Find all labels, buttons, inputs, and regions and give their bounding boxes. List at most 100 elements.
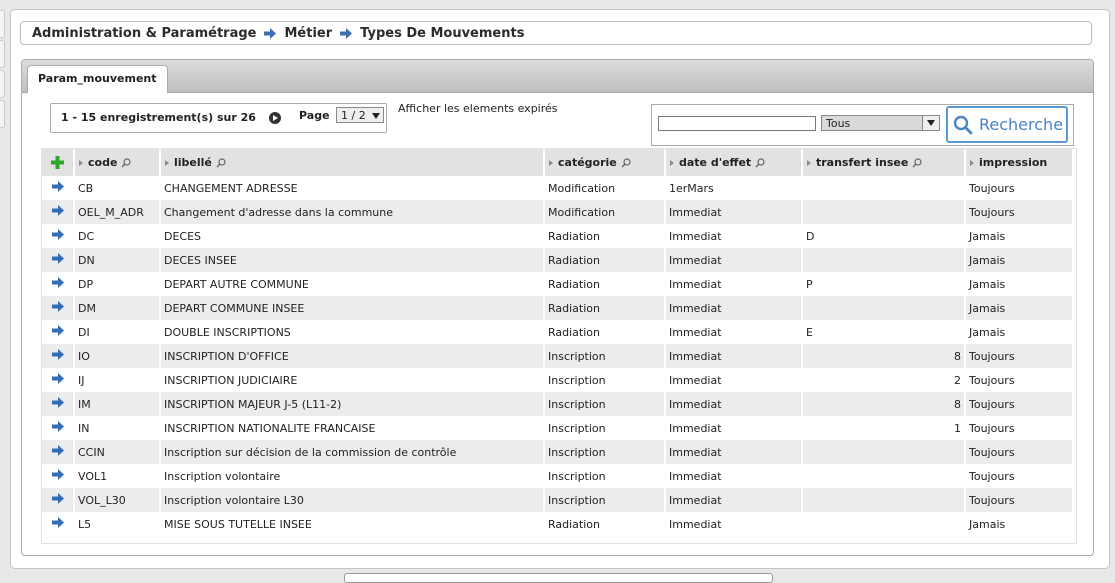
- cell-libelle: MISE SOUS TUTELLE INSEE: [161, 512, 545, 536]
- tab-param-mouvement[interactable]: Param_mouvement: [27, 65, 168, 93]
- cell-libelle: DOUBLE INSCRIPTIONS: [161, 320, 545, 344]
- cell-code: IJ: [75, 368, 161, 392]
- search-filter-value: Tous: [826, 117, 851, 130]
- open-record-icon[interactable]: [51, 277, 64, 288]
- cell-code: DM: [75, 296, 161, 320]
- data-grid: code libellé catégorie date d'effet tran…: [41, 148, 1077, 544]
- breadcrumb: Administration & Paramétrage Métier Type…: [20, 21, 1092, 45]
- table-row[interactable]: CCIN Inscription sur décision de la commi…: [42, 440, 1074, 464]
- bottom-panel-edge: [344, 573, 773, 583]
- cell-date-effet: Immediat: [666, 224, 803, 248]
- table-row[interactable]: OEL_M_ADR Changement d'adresse dans la co…: [42, 200, 1074, 224]
- add-icon[interactable]: [51, 156, 64, 170]
- filter-search-icon[interactable]: [912, 157, 922, 168]
- open-record-icon[interactable]: [51, 349, 64, 360]
- cell-impression: Toujours: [966, 416, 1074, 440]
- row-action-cell[interactable]: [42, 320, 75, 344]
- cell-date-effet: Immediat: [666, 392, 803, 416]
- breadcrumb-item-admin[interactable]: Administration & Paramétrage: [32, 26, 256, 41]
- open-record-icon[interactable]: [51, 205, 64, 216]
- cell-code: CB: [75, 176, 161, 200]
- row-action-cell[interactable]: [42, 464, 75, 488]
- cell-code: IM: [75, 392, 161, 416]
- open-record-icon[interactable]: [51, 397, 64, 408]
- column-header-libelle[interactable]: libellé: [161, 149, 545, 176]
- table-row[interactable]: DM DEPART COMMUNE INSEE Radiation Immediat J…: [42, 296, 1074, 320]
- row-action-cell[interactable]: [42, 200, 75, 224]
- filter-search-icon[interactable]: [621, 157, 631, 168]
- column-header-date-effet[interactable]: date d'effet: [666, 149, 803, 176]
- open-record-icon[interactable]: [51, 253, 64, 264]
- search-filter-select[interactable]: Tous: [821, 115, 940, 131]
- row-action-cell[interactable]: [42, 176, 75, 200]
- sort-icon: [807, 159, 811, 166]
- row-action-cell[interactable]: [42, 344, 75, 368]
- breadcrumb-item-metier[interactable]: Métier: [284, 26, 332, 41]
- filter-search-icon[interactable]: [216, 157, 226, 168]
- cell-libelle: DECES INSEE: [161, 248, 545, 272]
- cell-date-effet: Immediat: [666, 296, 803, 320]
- table-row[interactable]: DN DECES INSEE Radiation Immediat Jamais: [42, 248, 1074, 272]
- cell-impression: Toujours: [966, 392, 1074, 416]
- search-input[interactable]: [658, 116, 816, 131]
- cell-impression: Jamais: [966, 272, 1074, 296]
- table-header: code libellé catégorie date d'effet tran…: [42, 149, 1074, 176]
- column-header-transfert-insee[interactable]: transfert insee: [803, 149, 966, 176]
- column-header-code[interactable]: code: [75, 149, 161, 176]
- cell-libelle: INSCRIPTION NATIONALITE FRANCAISE: [161, 416, 545, 440]
- row-action-cell[interactable]: [42, 488, 75, 512]
- arrow-right-icon: [340, 27, 353, 39]
- open-record-icon[interactable]: [51, 325, 64, 336]
- table-row[interactable]: DI DOUBLE INSCRIPTIONS Radiation Immediat E J…: [42, 320, 1074, 344]
- chevron-down-icon: [372, 113, 380, 119]
- column-header-impression[interactable]: impression: [966, 149, 1074, 176]
- next-page-icon[interactable]: [269, 112, 281, 124]
- open-record-icon[interactable]: [51, 517, 64, 528]
- open-record-icon[interactable]: [51, 469, 64, 480]
- cell-impression: Jamais: [966, 248, 1074, 272]
- open-record-icon[interactable]: [51, 301, 64, 312]
- sort-icon: [549, 159, 553, 166]
- open-record-icon[interactable]: [51, 445, 64, 456]
- cell-date-effet: Immediat: [666, 464, 803, 488]
- row-action-cell[interactable]: [42, 416, 75, 440]
- cell-date-effet: Immediat: [666, 512, 803, 536]
- table-row[interactable]: DP DEPART AUTRE COMMUNE Radiation Immediat P…: [42, 272, 1074, 296]
- open-record-icon[interactable]: [51, 493, 64, 504]
- show-expired-link[interactable]: Afficher les elements expirés: [398, 102, 558, 115]
- filter-search-icon[interactable]: [755, 157, 765, 168]
- table-row[interactable]: IO INSCRIPTION D'OFFICE Inscription Immedia…: [42, 344, 1074, 368]
- cell-date-effet: Immediat: [666, 272, 803, 296]
- column-label-categorie: catégorie: [558, 156, 617, 169]
- table-row[interactable]: L5 MISE SOUS TUTELLE INSEE Radiation Immedi…: [42, 512, 1074, 536]
- row-action-cell[interactable]: [42, 440, 75, 464]
- cell-categorie: Radiation: [545, 296, 666, 320]
- row-action-cell[interactable]: [42, 392, 75, 416]
- table-body: CB CHANGEMENT ADRESSE Modification 1erMars T…: [42, 176, 1074, 536]
- page-select[interactable]: 1 / 2: [336, 107, 384, 123]
- table-row[interactable]: IJ INSCRIPTION JUDICIAIRE Inscription Immed…: [42, 368, 1074, 392]
- table-row[interactable]: IM INSCRIPTION MAJEUR J-5 (L11-2) Inscript…: [42, 392, 1074, 416]
- table-row[interactable]: IN INSCRIPTION NATIONALITE FRANCAISE Inscr…: [42, 416, 1074, 440]
- row-action-cell[interactable]: [42, 248, 75, 272]
- table-row[interactable]: VOL_L30 Inscription volontaire L30 Inscrip…: [42, 488, 1074, 512]
- open-record-icon[interactable]: [51, 229, 64, 240]
- column-label-libelle: libellé: [174, 156, 212, 169]
- open-record-icon[interactable]: [51, 181, 64, 192]
- open-record-icon[interactable]: [51, 421, 64, 432]
- cell-transfert-insee: [803, 296, 966, 320]
- search-button[interactable]: Recherche: [946, 106, 1068, 143]
- row-action-cell[interactable]: [42, 224, 75, 248]
- cell-code: OEL_M_ADR: [75, 200, 161, 224]
- table-row[interactable]: CB CHANGEMENT ADRESSE Modification 1erMars T…: [42, 176, 1074, 200]
- cell-categorie: Modification: [545, 200, 666, 224]
- column-header-categorie[interactable]: catégorie: [545, 149, 666, 176]
- filter-search-icon[interactable]: [121, 157, 132, 168]
- table-row[interactable]: VOL1 Inscription volontaire Inscription Imm…: [42, 464, 1074, 488]
- open-record-icon[interactable]: [51, 373, 64, 384]
- row-action-cell[interactable]: [42, 512, 75, 536]
- row-action-cell[interactable]: [42, 272, 75, 296]
- row-action-cell[interactable]: [42, 368, 75, 392]
- table-row[interactable]: DC DECES Radiation Immediat D Jamais: [42, 224, 1074, 248]
- row-action-cell[interactable]: [42, 296, 75, 320]
